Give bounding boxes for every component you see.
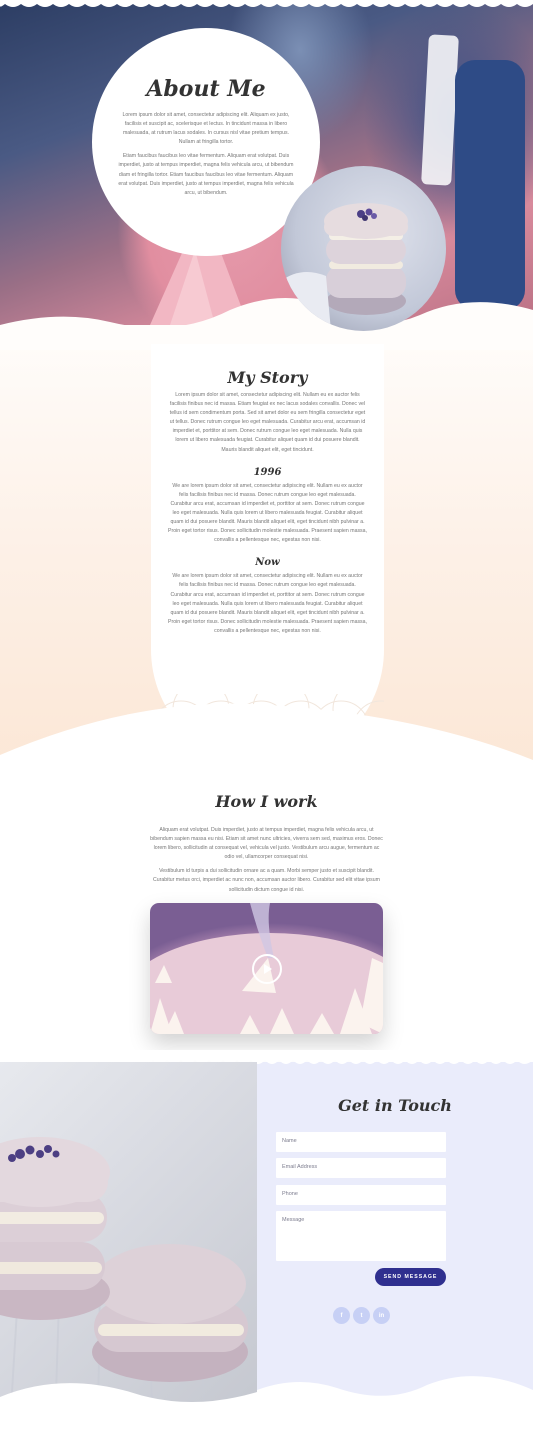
story-year-heading: 1996 bbox=[253, 466, 282, 478]
about-paragraph-2: Etiam faucibus faucibus leo vitae fermen… bbox=[118, 153, 294, 196]
how-text: Aliquam erat volutpat. Duis imperdiet, j… bbox=[150, 826, 383, 895]
scallop-divider bbox=[0, 0, 533, 7]
play-button[interactable] bbox=[252, 954, 282, 984]
how-paragraph-2: Vestibulum id turpis a dui sollicitudin … bbox=[153, 868, 380, 893]
message-textarea[interactable]: Message bbox=[276, 1211, 446, 1261]
linkedin-icon[interactable]: in bbox=[373, 1307, 390, 1324]
how-title: How I work bbox=[215, 792, 318, 811]
how-paragraph-1: Aliquam erat volutpat. Duis imperdiet, j… bbox=[150, 827, 383, 861]
name-input[interactable]: Name bbox=[276, 1132, 446, 1152]
about-title: About Me bbox=[146, 76, 266, 102]
send-message-button[interactable]: SEND MESSAGE bbox=[375, 1268, 446, 1286]
macarons-photo bbox=[0, 1062, 257, 1424]
facebook-icon[interactable]: f bbox=[333, 1307, 350, 1324]
story-year-text: We are lorem ipsum dolor sit amet, conse… bbox=[168, 482, 367, 544]
wave-divider bbox=[0, 703, 533, 800]
story-title: My Story bbox=[227, 368, 308, 387]
wave-divider bbox=[0, 297, 533, 350]
twitter-icon[interactable]: t bbox=[353, 1307, 370, 1324]
contact-title: Get in Touch bbox=[338, 1096, 452, 1115]
story-now-text: We are lorem ipsum dolor sit amet, conse… bbox=[168, 573, 367, 634]
story-intro: Lorem ipsum dolor sit amet, consectetur … bbox=[169, 392, 366, 453]
play-icon bbox=[264, 964, 272, 974]
story-now-heading: Now bbox=[255, 557, 280, 569]
phone-input[interactable]: Phone bbox=[276, 1185, 446, 1205]
macaron-photo bbox=[281, 166, 446, 331]
about-paragraph-1: Lorem ipsum dolor sit amet, consectetur … bbox=[122, 112, 290, 146]
email-input[interactable]: Email Address bbox=[276, 1158, 446, 1178]
